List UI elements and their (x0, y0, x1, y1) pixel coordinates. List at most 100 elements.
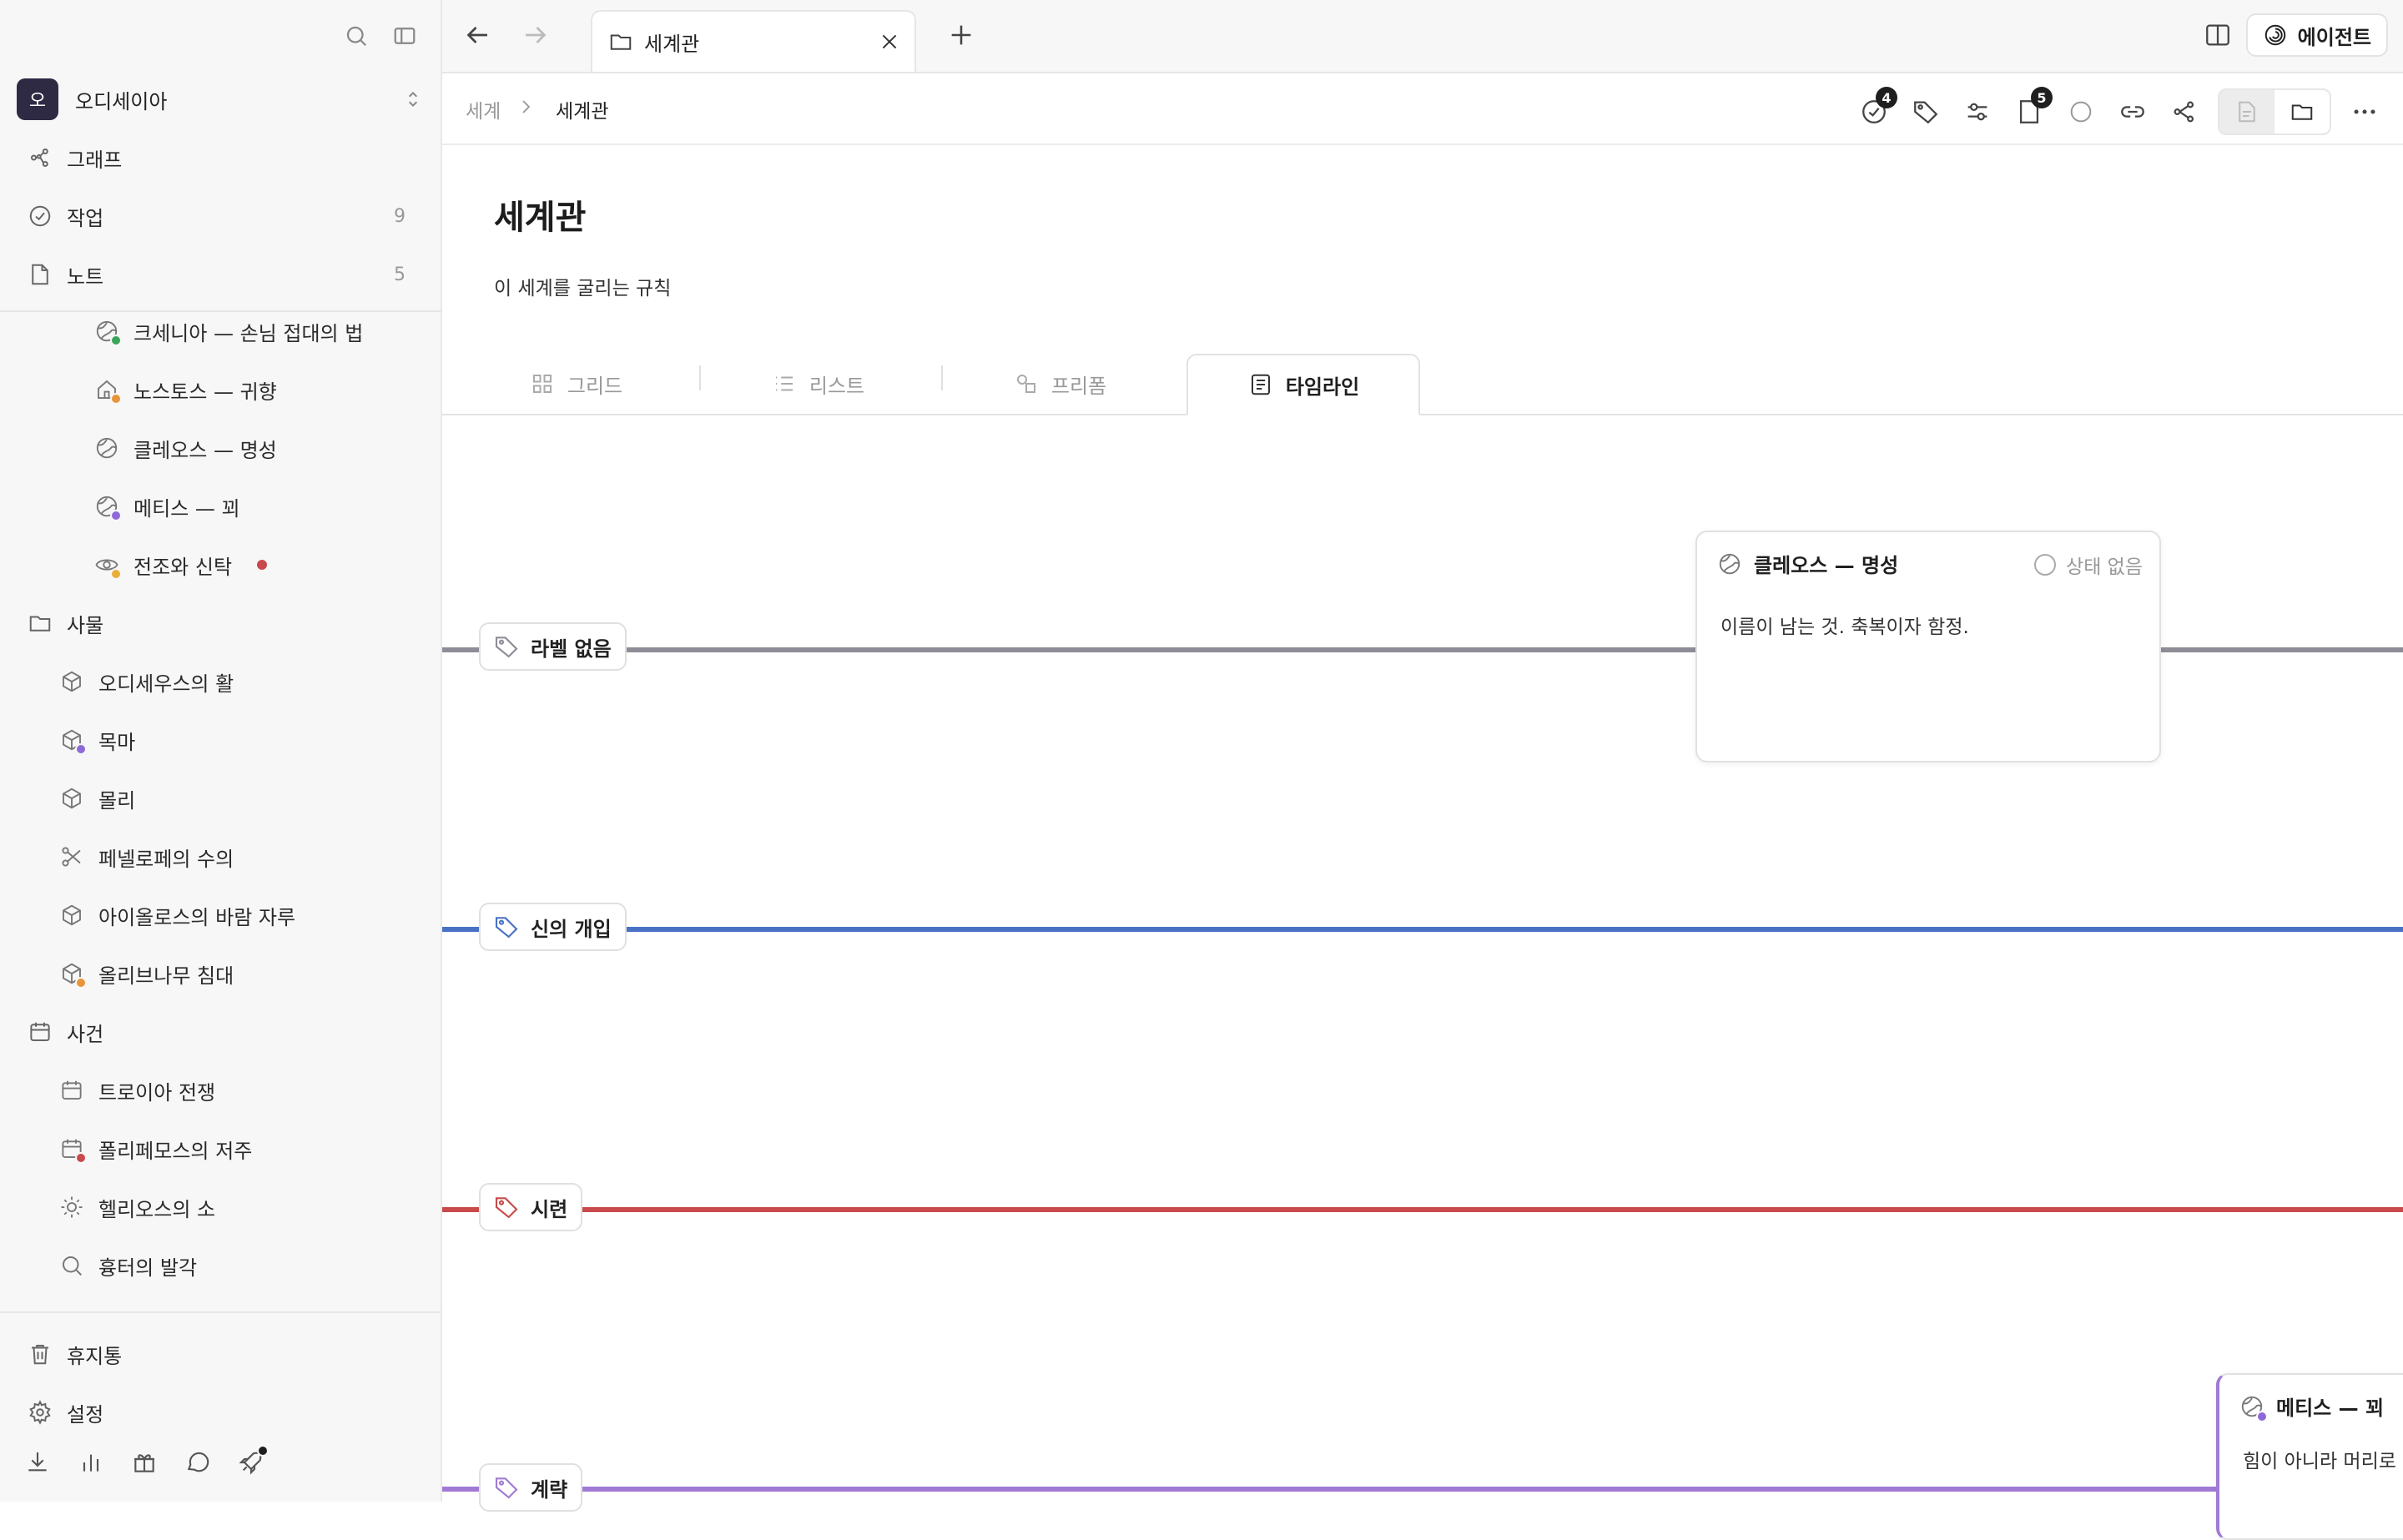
breadcrumb-parent[interactable]: 세계 (466, 95, 501, 123)
sidebar-item-label: 클레오스 — 명성 (134, 438, 277, 462)
sun-icon (57, 1192, 87, 1222)
lane-label: 신의 개입 (531, 917, 612, 941)
sidebar-event-item[interactable]: 헬리오스의 소 (0, 1178, 441, 1236)
pages-icon[interactable]: 5 (2011, 87, 2053, 130)
more-icon[interactable] (2346, 93, 2383, 130)
pages-badge: 5 (2031, 87, 2053, 108)
tab-worldview[interactable]: 세계관 (591, 10, 916, 72)
lane-tag-scheme[interactable]: 계략 (479, 1463, 583, 1512)
sidebar-note-item[interactable]: 크세니아 — 손님 접대의 법 (0, 302, 441, 360)
sidebar-item-trash[interactable]: 휴지통 (0, 1325, 441, 1383)
new-tab-plus-icon[interactable] (945, 18, 978, 52)
tag-icon (492, 1193, 521, 1221)
split-view-icon[interactable] (2201, 18, 2234, 52)
sidebar-note-item[interactable]: 메티스 — 꾀 (0, 477, 441, 536)
sidebar-thing-item[interactable]: 아이올로스의 바람 자루 (0, 886, 441, 944)
status-dot (110, 393, 122, 405)
forward-arrow-icon[interactable] (519, 18, 552, 52)
cube-icon (57, 959, 87, 989)
sidebar-event-item[interactable]: 트로이아 전쟁 (0, 1061, 441, 1120)
globe-icon (2238, 1392, 2268, 1422)
timeline-card-metis[interactable]: 메티스 — 꾀 힘이 아니라 머리로 (2216, 1373, 2403, 1540)
graph-icon[interactable] (2166, 93, 2203, 130)
sidebar-item-label: 노스토스 — 귀향 (134, 380, 277, 404)
sidebar-thing-item[interactable]: 오디세우스의 활 (0, 652, 441, 711)
list-icon (771, 370, 798, 397)
sidebar-thing-item[interactable]: 올리브나무 침대 (0, 944, 441, 1003)
gear-icon (25, 1397, 55, 1427)
document-view-icon[interactable] (2219, 90, 2275, 133)
gift-icon[interactable] (130, 1448, 159, 1477)
sidebar-item-label: 작업 (67, 206, 104, 230)
tab-freeform[interactable]: 프리폼 (993, 354, 1126, 414)
agent-button[interactable]: 에이전트 (2245, 13, 2388, 57)
sidebar-item-tasks[interactable]: 작업 9 (0, 187, 441, 245)
globe-icon (1715, 550, 1744, 578)
sidebar-item-count: 9 (394, 205, 406, 227)
sidebar-item-label: 사물 (67, 613, 104, 637)
lane-tag-divine[interactable]: 신의 개입 (479, 903, 627, 951)
status-dot (110, 510, 122, 521)
folder-view-icon[interactable] (2275, 90, 2330, 133)
status-circle-icon[interactable] (2063, 93, 2099, 130)
agent-swirl-icon (2263, 23, 2288, 48)
lane-tag-unlabeled[interactable]: 라벨 없음 (479, 622, 627, 671)
sidebar-toggle-icon[interactable] (392, 23, 417, 48)
chevron-right-icon (516, 97, 536, 117)
tab-timeline[interactable]: 타임라인 (1186, 354, 1420, 415)
sidebar-thing-item[interactable]: 목마 (0, 711, 441, 769)
sidebar-note-item[interactable]: 노스토스 — 귀향 (0, 360, 441, 419)
rocket-icon[interactable] (237, 1445, 269, 1477)
sidebar-event-item[interactable]: 흉터의 발각 (0, 1236, 441, 1295)
download-icon[interactable] (23, 1448, 52, 1477)
card-title: 메티스 — 꾀 (2276, 1397, 2385, 1420)
timeline-card-kleos[interactable]: 클레오스 — 명성 상태 없음 이름이 남는 것. 축복이자 함정. (1695, 531, 2161, 762)
page-description[interactable]: 이 세계를 굴리는 규칙 (494, 272, 671, 300)
tasks-check-icon[interactable]: 4 (1856, 87, 1897, 130)
close-icon[interactable] (876, 28, 903, 55)
view-mode-toggle (2218, 88, 2331, 135)
sidebar-folder-events[interactable]: 사건 (0, 1003, 441, 1061)
cube-icon (57, 725, 87, 755)
status-dot (2256, 1410, 2268, 1422)
sidebar-item-label: 폴리페모스의 저주 (98, 1139, 253, 1163)
folder-icon (25, 608, 55, 638)
sidebar-item-label: 메티스 — 꾀 (134, 496, 240, 521)
cube-icon (57, 900, 87, 930)
sliders-icon[interactable] (1959, 93, 1996, 130)
tab-label: 리스트 (809, 374, 865, 398)
tab-list[interactable]: 리스트 (751, 354, 884, 414)
sidebar-item-label: 흉터의 발각 (98, 1256, 198, 1280)
graph-icon (25, 143, 55, 173)
lane-label: 시련 (531, 1197, 568, 1221)
status-dot (75, 1152, 87, 1164)
sidebar-item-notes[interactable]: 노트 5 (0, 245, 441, 304)
link-icon[interactable] (2114, 93, 2151, 130)
lane-line-scheme (442, 1487, 2403, 1492)
back-arrow-icon[interactable] (461, 18, 494, 52)
sidebar-folder-things[interactable]: 사물 (0, 594, 441, 652)
tag-icon[interactable] (1907, 93, 1944, 130)
chat-icon[interactable] (184, 1448, 212, 1477)
sidebar-event-item[interactable]: 폴리페모스의 저주 (0, 1120, 441, 1178)
stats-icon[interactable] (77, 1448, 105, 1477)
sidebar-item-settings[interactable]: 설정 (0, 1383, 441, 1442)
search-icon[interactable] (344, 23, 369, 48)
sidebar-note-item[interactable]: 클레오스 — 명성 (0, 419, 441, 477)
cube-icon (57, 783, 87, 813)
status-dot (75, 977, 87, 989)
tab-grid[interactable]: 그리드 (509, 354, 642, 414)
globe-icon (92, 433, 122, 463)
page-icon (25, 259, 55, 289)
sidebar-thing-item[interactable]: 페넬로페의 수의 (0, 828, 441, 886)
lane-tag-trial[interactable]: 시련 (479, 1183, 583, 1231)
page-title[interactable]: 세계관 (494, 190, 586, 239)
sidebar-item-graph[interactable]: 그래프 (0, 128, 441, 187)
sidebar-thing-item[interactable]: 몰리 (0, 769, 441, 828)
calendar-icon (57, 1075, 87, 1105)
card-status[interactable]: 상태 없음 (2034, 551, 2143, 579)
trash-icon (25, 1339, 55, 1369)
sidebar-item-label: 노트 (67, 264, 104, 289)
sidebar-note-item[interactable]: 전조와 신탁 (0, 536, 441, 594)
workspace-switcher[interactable]: 오 오디세이아 (17, 78, 424, 120)
